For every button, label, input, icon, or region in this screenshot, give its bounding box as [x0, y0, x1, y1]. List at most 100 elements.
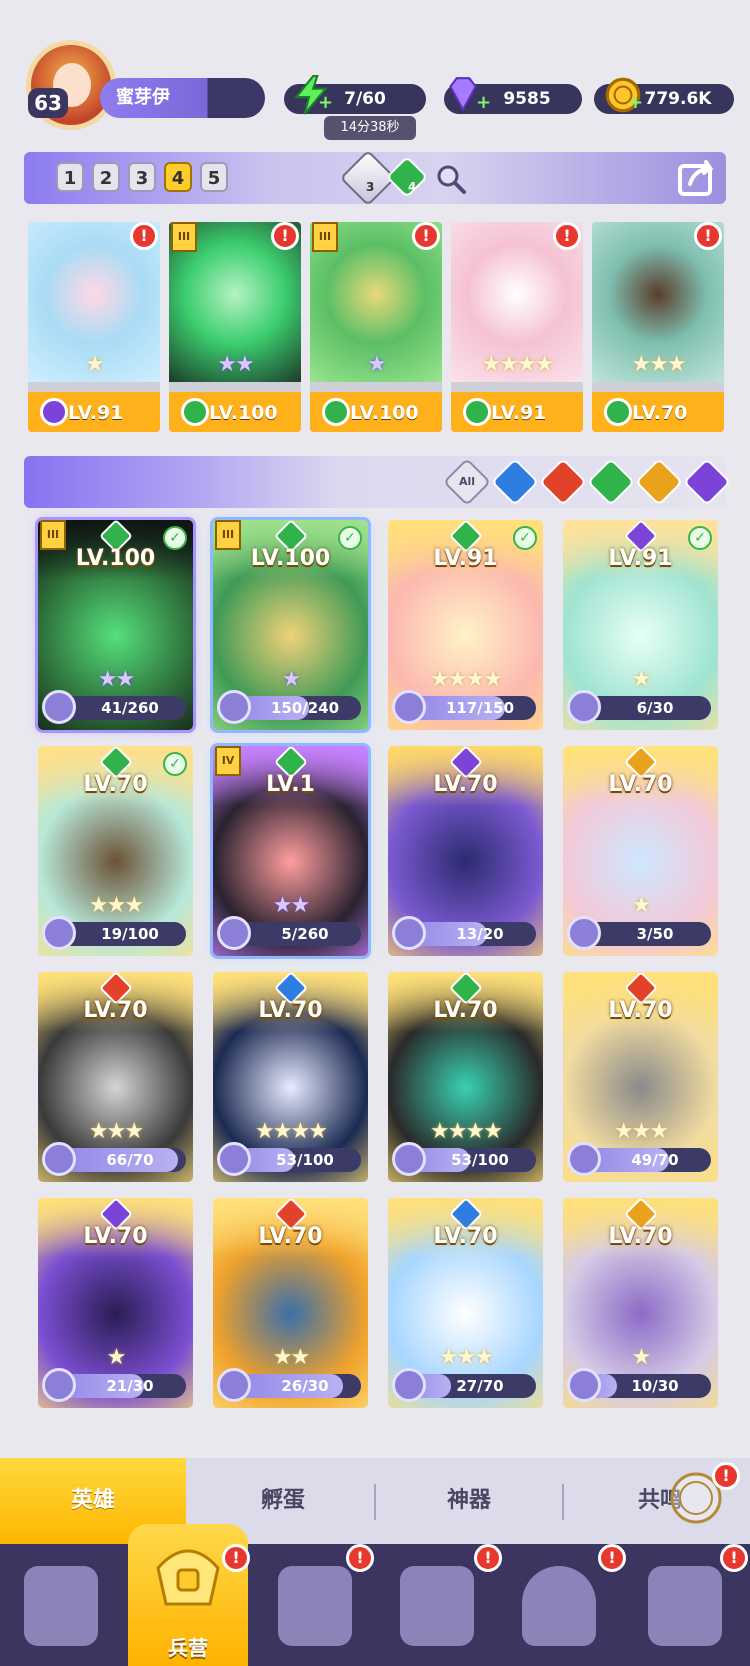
nav-banner-icon[interactable] [648, 1566, 722, 1646]
shard-count: 117/150 [445, 699, 515, 717]
hero-stars: ★★★★ [430, 667, 503, 692]
team-crystal-green-count: 4 [408, 180, 417, 194]
nav-cards-icon[interactable] [24, 1566, 98, 1646]
energy-value: 7/60 [344, 89, 386, 109]
rank-badge-icon: III [171, 222, 197, 252]
player-name[interactable]: 蜜芽伊 [100, 78, 265, 118]
level-footer: LV.100 [169, 392, 301, 432]
shard-icon [42, 916, 76, 950]
hero-stars: ★★★ [631, 352, 686, 377]
element-grass-icon [463, 398, 491, 426]
hero-card[interactable]: LV.70 ★★ 26/30 [213, 1198, 368, 1408]
hero-stars: ★★★ [88, 1119, 144, 1144]
shard-icon [567, 1368, 601, 1402]
hero-card[interactable]: LV.70 ★★★ 49/70 [563, 972, 718, 1182]
shard-progress-bar: 13/20 [392, 916, 536, 950]
shard-progress-bar: 21/30 [42, 1368, 186, 1402]
shard-count: 53/100 [451, 1151, 509, 1169]
shard-progress-bar: 53/100 [217, 1142, 361, 1176]
hero-card[interactable]: LV.91 ✓ ★ 6/30 [563, 520, 718, 730]
share-icon[interactable] [676, 156, 720, 200]
hero-card[interactable]: LV.70 ★ 3/50 [563, 746, 718, 956]
shard-count: 66/70 [106, 1151, 154, 1169]
hero-stars: ★ [631, 893, 652, 918]
hero-level: LV.70 [83, 772, 148, 797]
upgrade-alert-icon: ! [694, 222, 722, 250]
hero-card[interactable]: LV.70 ★★★ 66/70 [38, 972, 193, 1182]
hero-card[interactable]: LV.100 III ✓ ★★ 41/260 [38, 520, 193, 730]
hero-level: LV.70 [83, 998, 148, 1023]
team-tab-4[interactable]: 4 [164, 162, 192, 192]
energy-timer: 14分38秒 [324, 116, 416, 140]
banner-alert-icon: ! [720, 1544, 748, 1572]
hero-level: LV.91 [68, 402, 124, 424]
energy-add-icon[interactable]: + [318, 92, 333, 113]
element-grass-icon [322, 398, 350, 426]
hero-level: LV.100 [350, 402, 419, 424]
hero-stars: ★★★ [438, 1345, 494, 1370]
tab-artifact[interactable]: 神器 [376, 1458, 562, 1544]
shard-progress-bar: 41/260 [42, 690, 186, 724]
guild-alert-icon: ! [598, 1544, 626, 1572]
team-crystal-purple-count: 3 [366, 180, 375, 194]
hero-level: LV.70 [632, 402, 688, 424]
hero-card[interactable]: LV.70 ★ 10/30 [563, 1198, 718, 1408]
team-tab-5[interactable]: 5 [200, 162, 228, 192]
hero-level: LV.70 [258, 998, 323, 1023]
team-slot-card[interactable]: ★★ LV.100 III! [169, 222, 301, 432]
shard-icon [567, 916, 601, 950]
hero-card[interactable]: LV.1 IV ★★ 5/260 [213, 746, 368, 956]
hero-stars: ★★★ [88, 893, 144, 918]
shard-progress-bar: 27/70 [392, 1368, 536, 1402]
hero-card[interactable]: LV.70 ★★★ 27/70 [388, 1198, 543, 1408]
hero-card[interactable]: LV.70 13/20 [388, 746, 543, 956]
shard-progress-bar: 3/50 [567, 916, 711, 950]
search-icon[interactable] [434, 162, 468, 196]
hero-level: LV.70 [83, 1224, 148, 1249]
team-tab-3[interactable]: 3 [128, 162, 156, 192]
hero-card[interactable]: LV.91 ✓ ★★★★ 117/150 [388, 520, 543, 730]
shard-progress-bar: 53/100 [392, 1142, 536, 1176]
hero-card[interactable]: LV.70 ★ 21/30 [38, 1198, 193, 1408]
hero-card[interactable]: LV.70 ★★★★ 53/100 [388, 972, 543, 1182]
shard-icon [567, 1142, 601, 1176]
shard-count: 53/100 [276, 1151, 334, 1169]
hero-level: LV.70 [433, 772, 498, 797]
hero-stars: ★★ [217, 352, 254, 377]
shard-count: 21/30 [106, 1377, 154, 1395]
team-slot-card[interactable]: ★ LV.100 III! [310, 222, 442, 432]
hero-stars: ★★ [272, 893, 310, 918]
shard-progress-bar: 10/30 [567, 1368, 711, 1402]
shard-icon [42, 1142, 76, 1176]
hero-card[interactable]: LV.70 ✓ ★★★ 19/100 [38, 746, 193, 956]
hero-stars: ★★★★ [481, 352, 555, 377]
team-tab-2[interactable]: 2 [92, 162, 120, 192]
hero-card[interactable]: LV.100 III ✓ ★ 150/240 [213, 520, 368, 730]
element-dark-icon [40, 398, 68, 426]
upgrade-alert-icon: ! [130, 222, 158, 250]
hero-stars: ★★★★ [430, 1119, 503, 1144]
team-tab-1[interactable]: 1 [56, 162, 84, 192]
nav-guild-icon[interactable] [522, 1566, 596, 1646]
rank-badge-icon: III [312, 222, 338, 252]
shard-count: 5/260 [281, 925, 329, 943]
nav-castle-icon[interactable] [400, 1566, 474, 1646]
hero-stars: ★★★★ [255, 1119, 328, 1144]
hero-level: LV.70 [608, 1224, 673, 1249]
gem-add-icon[interactable]: + [476, 92, 491, 113]
upgrade-alert-icon: ! [412, 222, 440, 250]
shard-icon [42, 1368, 76, 1402]
hero-stars: ★★ [272, 1345, 310, 1370]
in-team-check-icon: ✓ [163, 526, 187, 550]
team-slot-card[interactable]: ★★★ LV.70! [592, 222, 724, 432]
hero-level: LV.70 [433, 998, 498, 1023]
hero-card[interactable]: LV.70 ★★★★ 53/100 [213, 972, 368, 1182]
shard-count: 19/100 [101, 925, 159, 943]
team-slot-card[interactable]: ★★★★ LV.91! [451, 222, 583, 432]
hero-level: LV.91 [433, 546, 498, 571]
team-slot-card[interactable]: ★ LV.91! [28, 222, 160, 432]
hero-level: LV.70 [608, 998, 673, 1023]
nav-map-book-icon[interactable] [278, 1566, 352, 1646]
tab-divider [562, 1484, 564, 1520]
gold-add-icon[interactable]: + [628, 92, 643, 113]
